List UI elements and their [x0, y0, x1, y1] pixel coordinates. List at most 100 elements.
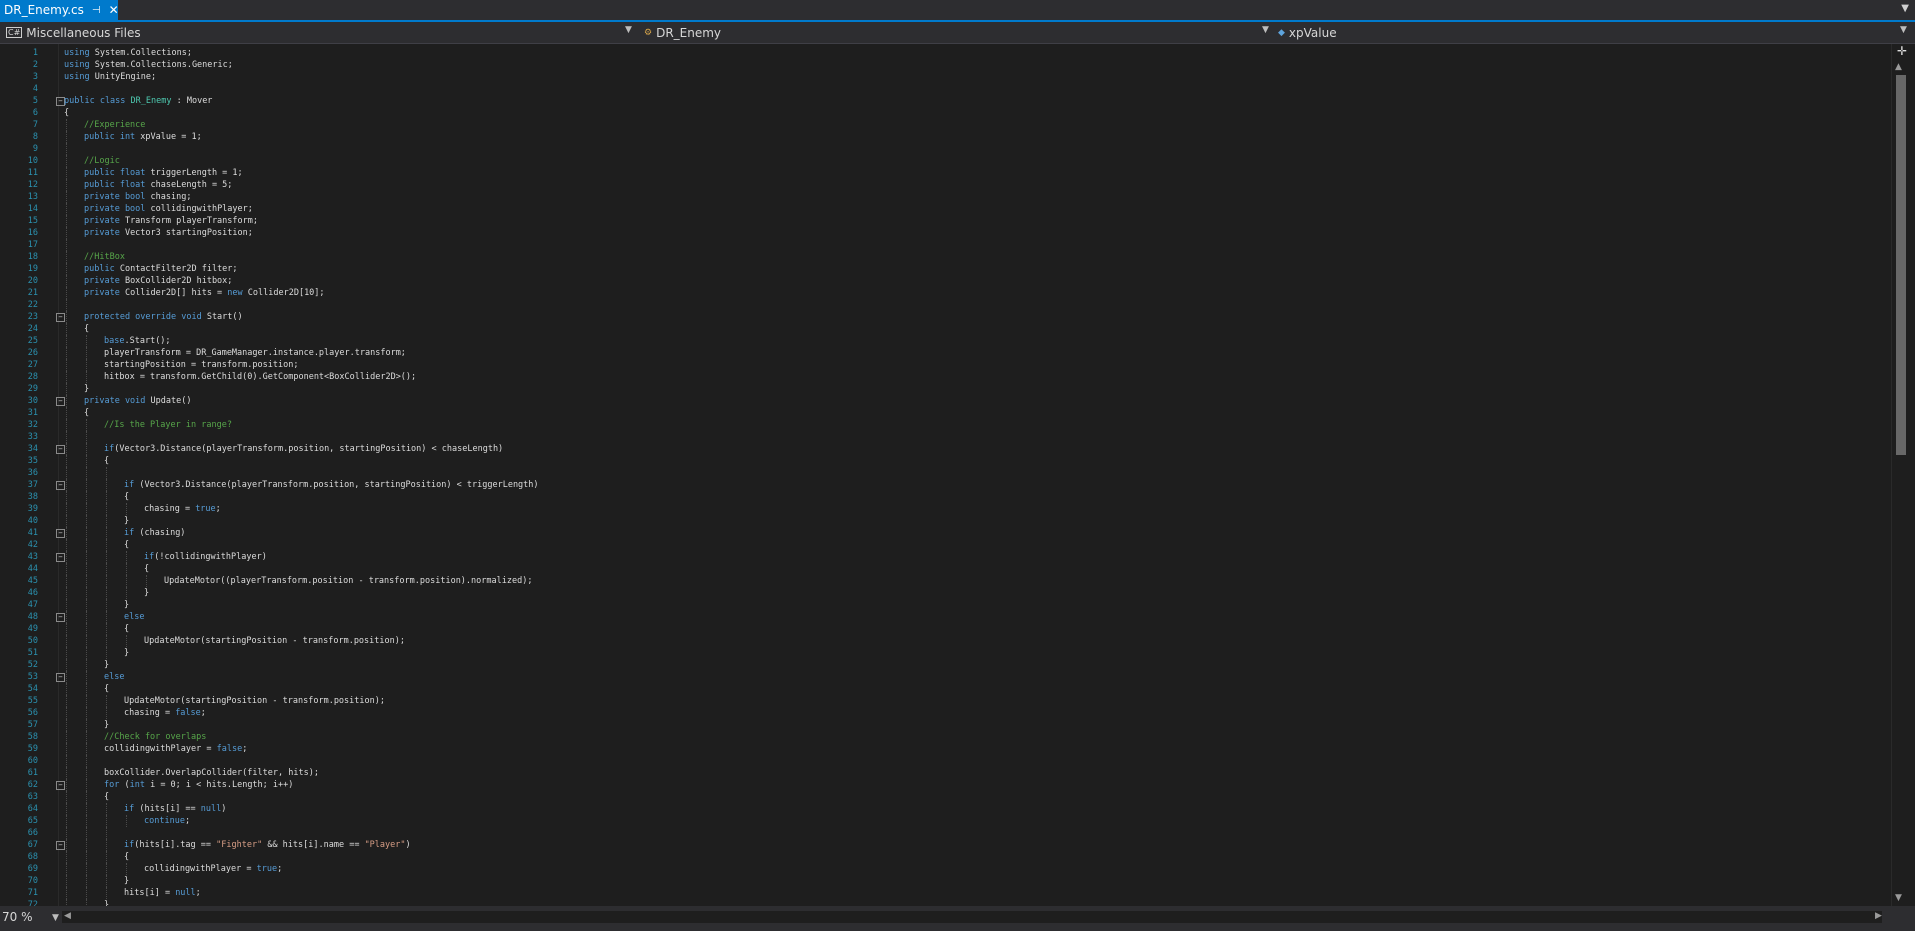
code-line[interactable]: 43 − if(!collidingwithPlayer) [0, 551, 1895, 563]
collapse-icon[interactable]: − [56, 673, 65, 682]
collapse-icon[interactable]: − [56, 529, 65, 538]
code-line[interactable]: 50 UpdateMotor(startingPosition - transfo… [0, 635, 1895, 647]
code-line[interactable]: 70} [0, 875, 1895, 887]
code-line[interactable]: 46} [0, 587, 1895, 599]
code-line[interactable]: 20 private BoxCollider2D hitbox; [0, 275, 1895, 287]
code-line[interactable]: 64 if (hits[i] == null) [0, 803, 1895, 815]
code-line[interactable]: 29} [0, 383, 1895, 395]
code-line[interactable]: 65 continue; [0, 815, 1895, 827]
code-line[interactable]: 57} [0, 719, 1895, 731]
code-line[interactable]: 1 using System.Collections; [0, 47, 1895, 59]
code-line[interactable]: 44 { [0, 563, 1895, 575]
scroll-right-icon[interactable]: ▶ [1875, 911, 1882, 921]
chevron-down-icon[interactable]: ▼ [1262, 25, 1269, 35]
code-line[interactable]: 19 public ContactFilter2D filter; [0, 263, 1895, 275]
tab-dr-enemy[interactable]: DR_Enemy.cs ⊣ ✕ [0, 0, 119, 20]
code-line[interactable]: 51} [0, 647, 1895, 659]
code-line[interactable]: 21 private Collider2D[] hits = new Collid… [0, 287, 1895, 299]
tab-title[interactable]: DR_Enemy.cs [0, 3, 84, 17]
code-line[interactable]: 30 − private void Update() [0, 395, 1895, 407]
collapse-icon[interactable]: − [56, 445, 65, 454]
code-line[interactable]: 31 { [0, 407, 1895, 419]
code-line[interactable]: 63 { [0, 791, 1895, 803]
code-line[interactable]: 18 //HitBox [0, 251, 1895, 263]
code-line[interactable]: 4 [0, 83, 1895, 95]
code-line[interactable]: 32 //Is the Player in range? [0, 419, 1895, 431]
code-line[interactable]: 54 { [0, 683, 1895, 695]
code-line[interactable]: 34 − if(Vector3.Distance(playerTransform.p… [0, 443, 1895, 455]
code-line[interactable]: 59 collidingwithPlayer = false; [0, 743, 1895, 755]
code-line[interactable]: 15 private Transform playerTransform; [0, 215, 1895, 227]
code-line[interactable]: 72} [0, 899, 1895, 906]
split-window-icon[interactable]: ✛ [1895, 44, 1909, 58]
code-line[interactable]: 71 hits[i] = null; [0, 887, 1895, 899]
code-line[interactable]: 40} [0, 515, 1895, 527]
code-line[interactable]: 8 public int xpValue = 1; [0, 131, 1895, 143]
chevron-down-icon[interactable]: ▼ [1900, 25, 1907, 35]
collapse-icon[interactable]: − [56, 841, 65, 850]
code-line[interactable]: 10 //Logic [0, 155, 1895, 167]
code-line[interactable]: 61 boxCollider.OverlapCollider(filter, hi… [0, 767, 1895, 779]
code-line[interactable]: 24 { [0, 323, 1895, 335]
code-line[interactable]: 42 { [0, 539, 1895, 551]
code-line[interactable]: 67 − if(hits[i].tag == "Fighter" && hits[i… [0, 839, 1895, 851]
code-line[interactable]: 16 private Vector3 startingPosition; [0, 227, 1895, 239]
code-line[interactable]: 47} [0, 599, 1895, 611]
code-line[interactable]: 27 startingPosition = transform.position; [0, 359, 1895, 371]
collapse-icon[interactable]: − [56, 481, 65, 490]
code-line[interactable]: 7 //Experience [0, 119, 1895, 131]
collapse-icon[interactable]: − [56, 613, 65, 622]
code-line[interactable]: 28 hitbox = transform.GetChild(0).GetComp… [0, 371, 1895, 383]
type-dropdown[interactable]: ⚙ DR_Enemy [644, 22, 1264, 43]
chevron-down-icon[interactable]: ▼ [625, 25, 632, 35]
code-line[interactable]: 36 [0, 467, 1895, 479]
scroll-down-icon[interactable]: ▼ [1895, 893, 1902, 903]
code-line[interactable]: 33 [0, 431, 1895, 443]
code-line[interactable]: 56 chasing = false; [0, 707, 1895, 719]
close-icon[interactable]: ✕ [109, 3, 119, 17]
code-line[interactable]: 38 { [0, 491, 1895, 503]
code-editor[interactable]: 1 using System.Collections; 2 using System.… [0, 44, 1895, 906]
code-line[interactable]: 48 − else [0, 611, 1895, 623]
code-line[interactable]: 17 [0, 239, 1895, 251]
code-line[interactable]: 3 using UnityEngine; [0, 71, 1895, 83]
code-line[interactable]: 6{ [0, 107, 1895, 119]
code-line[interactable]: 41 − if (chasing) [0, 527, 1895, 539]
member-dropdown[interactable]: ◆ xpValue [1278, 22, 1898, 43]
zoom-level[interactable]: 70 % [2, 910, 33, 924]
code-line[interactable]: 37 − if (Vector3.Distance(playerTransform.… [0, 479, 1895, 491]
code-line[interactable]: 23 − protected override void Start() [0, 311, 1895, 323]
code-line[interactable]: 66 [0, 827, 1895, 839]
code-line[interactable]: 39 chasing = true; [0, 503, 1895, 515]
pin-icon[interactable]: ⊣ [92, 5, 101, 16]
code-line[interactable]: 13 private bool chasing; [0, 191, 1895, 203]
code-line[interactable]: 52} [0, 659, 1895, 671]
code-line[interactable]: 5− public class DR_Enemy : Mover [0, 95, 1895, 107]
code-line[interactable]: 55 UpdateMotor(startingPosition - transfo… [0, 695, 1895, 707]
code-line[interactable]: 69 collidingwithPlayer = true; [0, 863, 1895, 875]
code-line[interactable]: 25 base.Start(); [0, 335, 1895, 347]
code-line[interactable]: 14 private bool collidingwithPlayer; [0, 203, 1895, 215]
scroll-up-icon[interactable]: ▲ [1895, 62, 1902, 72]
code-line[interactable]: 49 { [0, 623, 1895, 635]
code-line[interactable]: 53 − else [0, 671, 1895, 683]
code-line[interactable]: 60 [0, 755, 1895, 767]
collapse-icon[interactable]: − [56, 553, 65, 562]
scroll-left-icon[interactable]: ◀ [64, 911, 71, 921]
chevron-down-icon[interactable]: ▼ [52, 913, 59, 923]
vertical-scroll-thumb[interactable] [1896, 75, 1906, 455]
collapse-icon[interactable]: − [56, 313, 65, 322]
project-dropdown[interactable]: C# Miscellaneous Files [6, 22, 632, 43]
code-line[interactable]: 12 public float chaseLength = 5; [0, 179, 1895, 191]
collapse-icon[interactable]: − [56, 397, 65, 406]
code-line[interactable]: 26 playerTransform = DR_GameManager.insta… [0, 347, 1895, 359]
code-line[interactable]: 62 − for (int i = 0; i < hits.Length; i++) [0, 779, 1895, 791]
code-line[interactable]: 58 //Check for overlaps [0, 731, 1895, 743]
chevron-down-icon[interactable]: ▼ [1901, 3, 1909, 14]
code-line[interactable]: 11 public float triggerLength = 1; [0, 167, 1895, 179]
horizontal-scrollbar[interactable] [62, 911, 1882, 923]
code-line[interactable]: 22 [0, 299, 1895, 311]
code-line[interactable]: 68 { [0, 851, 1895, 863]
code-line[interactable]: 9 [0, 143, 1895, 155]
code-line[interactable]: 45 UpdateMotor((playerTransform.position … [0, 575, 1895, 587]
